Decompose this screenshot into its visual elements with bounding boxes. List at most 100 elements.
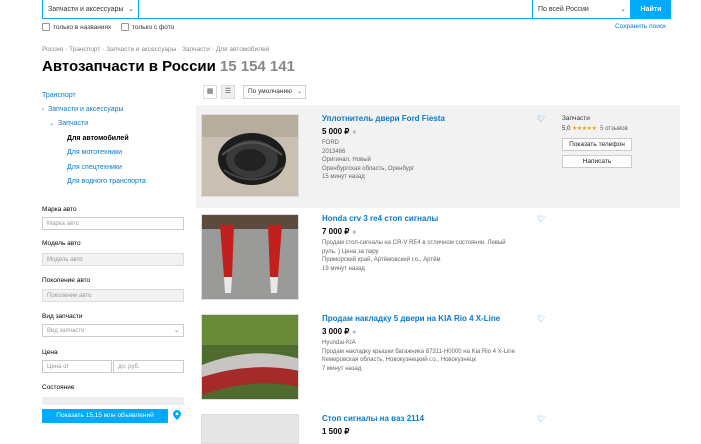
breadcrumb-item[interactable]: Транспорт [69,46,100,53]
price-from-field[interactable]: Цена от [42,360,112,373]
price-value: 7 000 ₽ [322,227,350,236]
star-icons: ★★★★★ [572,126,597,132]
listing-brand: FORD [322,140,339,146]
sidebar-item-parts-accessories[interactable]: › Запчасти и аксессуары [42,106,124,113]
category-select-value: Запчасти и аксессуары [48,6,124,13]
chevron-down-icon: ⌄ [620,6,626,13]
listing-price: 7 000 ₽ ■ [322,227,356,236]
camera-icon: ■ [352,130,356,136]
listing-photo[interactable] [201,314,299,400]
listing-meta: Hyundai-KIA Продам накладку крышки багаж… [322,339,515,373]
generation-field[interactable]: Поколение авто [42,289,184,302]
listing-photo[interactable] [201,114,299,197]
sidebar-item-parts[interactable]: ⌄ Запчасти [49,120,88,127]
reviews-link[interactable]: 5 отзывов [600,126,628,132]
listing-time: 15 минут назад [322,174,365,180]
price-value: 5 000 ₽ [322,127,350,136]
page-title-text: Автозапчасти в России [42,58,216,75]
sidebar-item-transport[interactable]: Транспорт [42,92,76,99]
checkbox-icon [121,23,129,31]
generation-label: Поколение авто [42,277,91,284]
parts-type-label: Вид запчасти [42,313,83,320]
price-value: 3 000 ₽ [322,327,350,336]
only-with-photo-checkbox[interactable]: только с фото [121,23,174,31]
save-search-link[interactable]: Сохранить поиск [615,23,666,30]
seller-rating: 5,0 ★★★★★ 5 отзывов [562,125,628,132]
seller-category: Запчасти [562,115,590,122]
sort-select-value: По умолчанию [248,88,292,95]
only-in-titles-checkbox[interactable]: только в названиях [42,23,111,31]
search-input[interactable] [138,0,533,19]
rating-value: 5,0 [562,126,571,132]
favorite-heart-icon[interactable]: ♡ [537,314,545,325]
listing-description: руль. ) Цена за пару [322,248,379,255]
chevron-down-icon: ⌄ [128,6,134,13]
write-button[interactable]: Написать [562,155,632,168]
listing-condition: Оригинал. Новый [322,157,371,163]
favorite-heart-icon[interactable]: ♡ [537,214,545,225]
listing-part-number: 2013466 [322,148,346,155]
model-field[interactable]: Модель авто [42,253,184,266]
page-title: Автозапчасти в России 15 154 141 [42,58,295,75]
listing-title[interactable]: Уплотнитель двери Ford Fiesta [322,114,445,123]
sidebar-item-for-special[interactable]: Для спецтехники [67,164,122,171]
show-results-button[interactable]: Показать 15,15 млн объявлений [42,409,168,423]
sidebar-item-for-motorcycles[interactable]: Для мототехники [67,149,122,156]
listing-time: 7 минут назад [322,365,362,372]
model-label: Модель авто [42,240,81,247]
only-with-photo-label: только с фото [132,23,175,31]
condition-label: Состояние [42,384,75,391]
breadcrumb-item[interactable]: Для автомобилей [216,46,269,53]
listing-brand: Hyundai-KIA [322,340,356,346]
listing-photo[interactable] [201,214,299,300]
listing-meta: Продам стоп-сигналы на CR-V RE4 в отличн… [322,239,506,273]
price-value: 1 500 ₽ [322,427,350,436]
sidebar-item-for-cars: Для автомобилей [67,135,129,142]
only-in-titles-label: только в названиях [53,23,112,31]
listing-location: Оренбургская область, Оренбург [322,165,415,172]
price-label: Цена [42,349,58,356]
sort-select[interactable]: По умолчанию ⌄ [243,85,306,99]
region-select-value: По всей России [538,6,589,13]
listing-count: 15 154 141 [219,58,295,75]
favorite-heart-icon[interactable]: ♡ [537,414,545,425]
listing-price: 1 500 ₽ [322,427,349,436]
listing-photo[interactable] [201,414,299,444]
condition-segmented-control[interactable] [42,397,184,405]
sidebar-item-label: Запчасти [58,120,89,127]
grid-view-button[interactable]: ▦ [203,85,217,99]
breadcrumb-item[interactable]: Россия [42,46,63,53]
listing-location: Приморский край, Артёмовский г.о., Артём [322,257,441,263]
region-select[interactable]: По всей России ⌄ [533,0,631,19]
brand-field[interactable]: Марка авто [42,217,184,230]
price-to-field[interactable]: до, руб. [113,360,184,373]
chevron-down-icon: ⌄ [296,89,302,95]
listing-location: Кемеровская область, Новокузнецкий г.о.,… [322,357,477,363]
listing-title[interactable]: Стоп сигналы на ваз 2114 [322,414,424,423]
listing-title[interactable]: Honda crv 3 re4 стоп сигналы [322,214,438,223]
map-pin-icon[interactable] [173,410,181,422]
breadcrumb-item[interactable]: Запчасти [182,46,210,53]
breadcrumb-item[interactable]: Запчасти и аксессуары [106,46,176,53]
parts-type-select[interactable]: Вид запчасти ⌄ [42,324,184,337]
chevron-down-icon: ⌄ [49,121,55,127]
photo-door-seal [202,115,298,196]
parts-type-value: Вид запчасти [47,328,85,334]
breadcrumb: Россия · Транспорт · Запчасти и аксессуа… [42,46,270,53]
show-phone-button[interactable]: Показать телефон [562,138,632,151]
list-view-button[interactable]: ☰ [221,85,235,99]
listing-price: 5 000 ₽ ■ [322,127,356,136]
category-select[interactable]: Запчасти и аксессуары ⌄ [42,0,138,19]
list-icon: ☰ [224,88,232,95]
find-button[interactable]: Найти [631,0,671,19]
chevron-right-icon: › [42,107,44,113]
camera-icon: ■ [352,230,356,236]
photo-tail-lights [202,215,298,299]
favorite-heart-icon[interactable]: ♡ [537,114,545,125]
sidebar-item-for-water[interactable]: Для водного транспорта [67,178,146,185]
listing-title[interactable]: Продам накладку 5 двери на KIA Rio 4 X-L… [322,314,500,323]
checkbox-icon [42,23,50,31]
listing-time: 19 минут назад [322,265,365,272]
photo-trunk-trim [202,315,298,399]
brand-label: Марка авто [42,206,77,213]
